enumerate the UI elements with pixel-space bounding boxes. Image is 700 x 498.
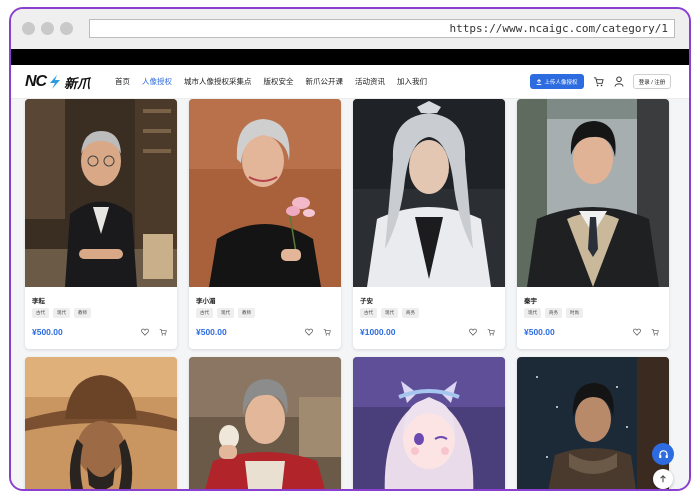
add-to-cart-icon[interactable]	[487, 328, 495, 336]
portrait-image-silver-haired-man[interactable]	[353, 99, 505, 287]
tag: 商务	[545, 308, 562, 318]
portrait-card[interactable]: 子安 古代 现代 商务 ¥1000.00	[353, 99, 505, 349]
upload-label: 上传人像授权	[544, 79, 578, 86]
tag: 时尚	[566, 308, 583, 318]
browser-chrome: https://www.ncaigc.com/category/1	[11, 9, 689, 49]
window-close-dot[interactable]	[22, 22, 35, 35]
portrait-image-elderly-man[interactable]	[25, 99, 177, 287]
portrait-image-woman-in-snow[interactable]	[517, 357, 669, 489]
portrait-image-elderly-woman[interactable]	[189, 357, 341, 489]
menu-item-portrait-license[interactable]: 人像授权	[142, 76, 172, 87]
tag: 现代	[381, 308, 398, 318]
arrow-up-icon	[660, 475, 666, 483]
site-logo[interactable]: NC 新爪	[25, 73, 90, 91]
portrait-name: 子安	[360, 298, 373, 305]
portrait-card[interactable]	[189, 357, 341, 489]
heart-icon[interactable]	[633, 328, 641, 336]
menu-item-home[interactable]: 首页	[115, 76, 130, 87]
tag: 古代	[360, 308, 377, 318]
heart-icon[interactable]	[469, 328, 477, 336]
address-bar[interactable]: https://www.ncaigc.com/category/1	[89, 19, 675, 38]
tag: 教师	[238, 308, 255, 318]
tag-list: 古代 现代 商务	[360, 308, 419, 318]
login-register-button[interactable]: 登录 / 注册	[633, 74, 671, 89]
tag: 教师	[74, 308, 91, 318]
logo-latin: NC	[25, 73, 47, 90]
tag: 古代	[196, 308, 213, 318]
heart-icon[interactable]	[141, 328, 149, 336]
tag-list: 现代 商务 时尚	[524, 308, 583, 318]
portrait-card[interactable]: 李耘 古代 现代 教师 ¥500.00	[25, 99, 177, 349]
tag-list: 古代 现代 教师	[32, 308, 91, 318]
user-icon[interactable]	[614, 76, 624, 87]
heart-icon[interactable]	[305, 328, 313, 336]
portrait-image-cowboy[interactable]	[25, 357, 177, 489]
back-to-top-button[interactable]	[653, 469, 673, 489]
screenshot-frame: https://www.ncaigc.com/category/1 NC 新爪 …	[9, 7, 691, 491]
tag-list: 古代 现代 教师	[196, 308, 255, 318]
portrait-card[interactable]	[25, 357, 177, 489]
add-to-cart-icon[interactable]	[323, 328, 331, 336]
tag: 古代	[32, 308, 49, 318]
tag: 商务	[402, 308, 419, 318]
portrait-price: ¥500.00	[524, 327, 555, 337]
top-banner-bar	[11, 49, 689, 65]
add-to-cart-icon[interactable]	[651, 328, 659, 336]
portrait-card[interactable]	[353, 357, 505, 489]
tag: 现代	[53, 308, 70, 318]
menu-item-join[interactable]: 加入我们	[397, 76, 427, 87]
main-menu: 首页 人像授权 城市人像授权采集点 版权安全 新爪公开课 活动资讯 加入我们	[115, 76, 439, 87]
menu-item-copyright[interactable]: 版权安全	[264, 76, 294, 87]
portrait-price: ¥500.00	[32, 327, 63, 337]
upload-icon	[537, 78, 542, 85]
add-to-cart-icon[interactable]	[159, 328, 167, 336]
portrait-name: 李耘	[32, 298, 45, 305]
tag: 现代	[524, 308, 541, 318]
logo-cn: 新爪	[64, 75, 91, 91]
menu-item-city-collection[interactable]: 城市人像授权采集点	[184, 76, 252, 87]
portrait-price: ¥500.00	[196, 327, 227, 337]
portrait-card[interactable]	[517, 357, 669, 489]
tag: 现代	[217, 308, 234, 318]
customer-support-button[interactable]	[652, 443, 674, 465]
portrait-card[interactable]: 秦宇 现代 商务 时尚 ¥500.00	[517, 99, 669, 349]
portrait-name: 秦宇	[524, 298, 537, 305]
portrait-card[interactable]: 李小湄 古代 现代 教师 ¥500.00	[189, 99, 341, 349]
site-header: NC 新爪 首页 人像授权 城市人像授权采集点 版权安全 新爪公开课 活动资讯 …	[11, 65, 689, 99]
window-maximize-dot[interactable]	[60, 22, 73, 35]
upload-portrait-button[interactable]: 上传人像授权	[530, 74, 584, 89]
portrait-price: ¥1000.00	[360, 327, 396, 337]
cart-icon[interactable]	[593, 76, 604, 87]
headset-icon	[658, 449, 668, 458]
portrait-image-young-man[interactable]	[517, 99, 669, 287]
portrait-grid: 李耘 古代 现代 教师 ¥500.00 李小湄 古代 现代 教师 ¥500.00…	[11, 99, 689, 489]
portrait-image-grey-haired-woman[interactable]	[189, 99, 341, 287]
menu-item-news[interactable]: 活动资讯	[355, 76, 385, 87]
menu-item-open-class[interactable]: 新爪公开课	[306, 76, 344, 87]
portrait-name: 李小湄	[196, 298, 216, 305]
window-minimize-dot[interactable]	[41, 22, 54, 35]
logo-bolt-icon	[50, 75, 61, 89]
portrait-image-anime-girl[interactable]	[353, 357, 505, 489]
